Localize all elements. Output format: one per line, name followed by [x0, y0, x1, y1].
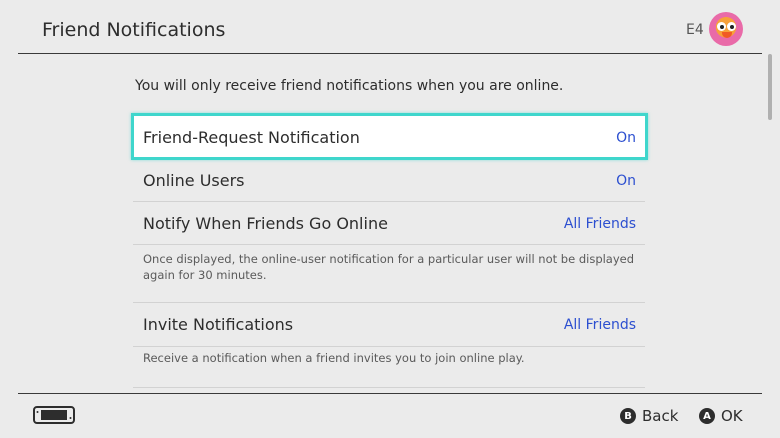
setting-notify-friends-online[interactable]: Notify When Friends Go Online All Friend…: [133, 203, 645, 245]
invite-description: Receive a notification when a friend inv…: [133, 350, 645, 388]
footer: B Back A OK: [0, 394, 780, 438]
avatar-eye: [717, 22, 726, 31]
console-icon: [33, 406, 75, 424]
user-avatar[interactable]: [709, 12, 743, 46]
back-button[interactable]: B Back: [620, 407, 678, 425]
ok-label: OK: [721, 407, 743, 425]
setting-label: Invite Notifications: [143, 315, 294, 334]
b-button-icon: B: [620, 408, 636, 424]
setting-online-users[interactable]: Online Users On: [133, 160, 645, 202]
setting-value: On: [616, 173, 636, 189]
intro-text: You will only receive friend notificatio…: [135, 78, 564, 94]
a-button-icon: A: [699, 408, 715, 424]
header: Friend Notifications E4: [0, 0, 780, 54]
setting-friend-request-notification[interactable]: Friend-Request Notification On: [131, 113, 648, 160]
setting-label: Friend-Request Notification: [143, 128, 360, 147]
back-label: Back: [642, 407, 679, 425]
ok-button[interactable]: A OK: [699, 407, 743, 425]
avatar-eye: [727, 22, 736, 31]
notify-online-description: Once displayed, the online-user notifica…: [133, 249, 645, 303]
scrollbar[interactable]: [768, 54, 772, 120]
user-code: E4: [686, 22, 704, 38]
setting-value: On: [616, 130, 636, 146]
settings-list: You will only receive friend notificatio…: [0, 54, 780, 394]
setting-label: Notify When Friends Go Online: [143, 214, 388, 233]
setting-value: All Friends: [563, 317, 636, 333]
setting-invite-notifications[interactable]: Invite Notifications All Friends: [133, 303, 645, 347]
setting-label: Online Users: [143, 171, 245, 190]
page-title: Friend Notifications: [42, 19, 226, 41]
setting-value: All Friends: [563, 216, 636, 232]
avatar-beak: [722, 32, 732, 38]
